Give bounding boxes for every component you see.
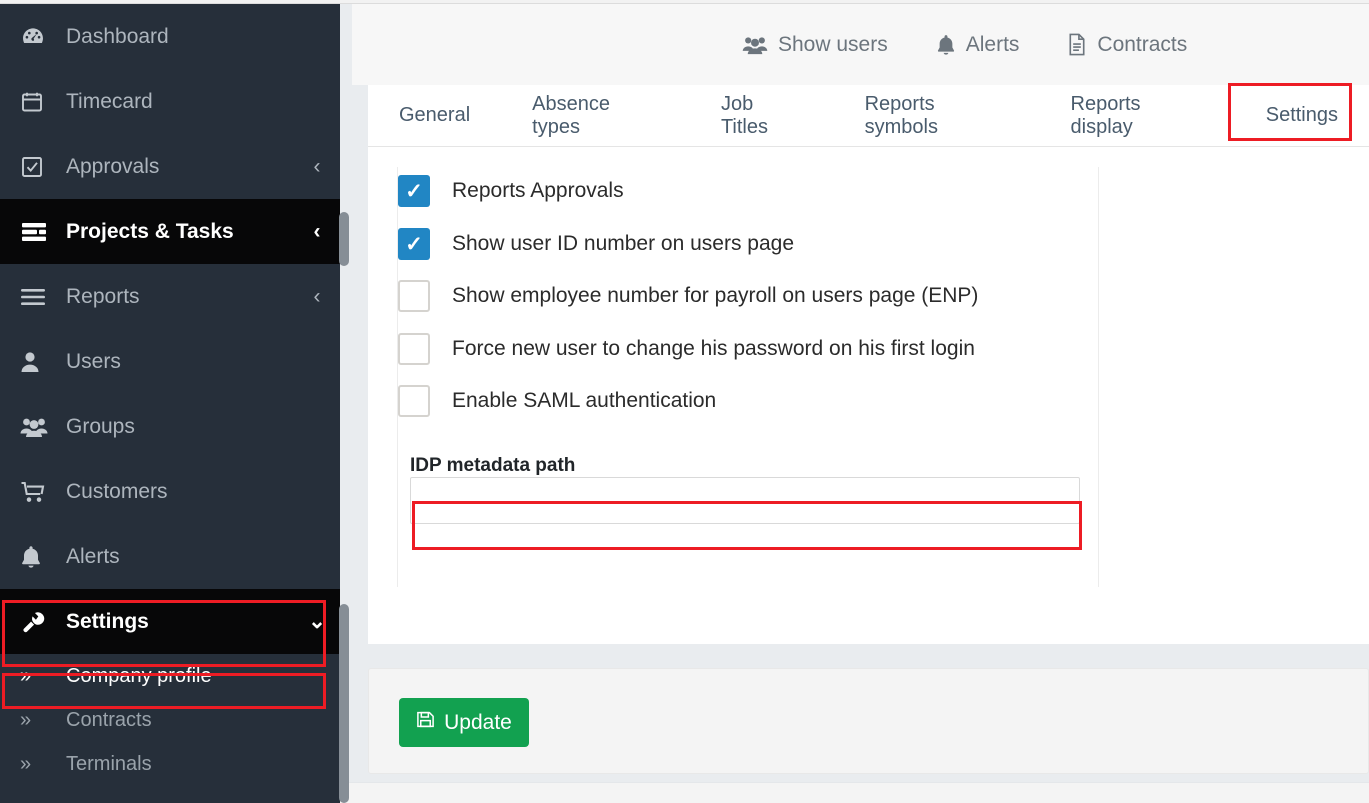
sidebar-item-alerts[interactable]: Alerts [0, 524, 340, 589]
double-chevron-right-icon: » [20, 708, 32, 731]
setting-label: Show user ID number on users page [452, 232, 795, 255]
sidebar-item-label: Users [66, 349, 121, 373]
sidebar-scrollbar-thumb-lower[interactable] [339, 604, 349, 803]
sidebar-item-label: Groups [66, 414, 135, 438]
document-icon [1067, 33, 1087, 56]
setting-row-show-user-id[interactable]: ✓ Show user ID number on users page [398, 228, 794, 260]
check-square-icon [20, 155, 66, 179]
sidebar-item-reports[interactable]: Reports ‹ [0, 264, 340, 329]
checkbox-show-user-id[interactable]: ✓ [398, 228, 430, 260]
users-icon [742, 35, 768, 55]
tab-job-titles[interactable]: Job Titles [690, 85, 834, 146]
check-icon: ✓ [405, 179, 423, 203]
tab-settings[interactable]: Settings [1235, 85, 1369, 146]
sidebar-subitem-company-profile[interactable]: » Company profile [0, 654, 340, 698]
sidebar-item-label: Settings [66, 609, 149, 633]
checkbox-show-employee-number[interactable] [398, 280, 430, 312]
sidebar-item-label: Approvals [66, 154, 160, 178]
sidebar-subitem-label: Contracts [66, 708, 152, 731]
window-top-edge [0, 0, 1369, 4]
check-icon: ✓ [405, 232, 423, 256]
sidebar-item-users[interactable]: Users [0, 329, 340, 394]
checkbox-reports-approvals[interactable]: ✓ [398, 175, 430, 207]
bell-icon [936, 34, 956, 56]
wrench-icon [20, 609, 66, 635]
setting-row-force-password-change[interactable]: Force new user to change his password on… [398, 333, 975, 365]
setting-row-show-employee-number[interactable]: Show employee number for payroll on user… [398, 280, 978, 312]
sidebar-item-projects-tasks[interactable]: Projects & Tasks ‹ [0, 199, 340, 264]
update-button[interactable]: Update [399, 698, 529, 747]
tab-bar: General Absence types Job Titles Reports… [368, 85, 1369, 147]
chevron-left-icon: ‹ [313, 284, 321, 308]
calendar-icon [20, 89, 66, 114]
setting-row-enable-saml[interactable]: Enable SAML authentication [398, 385, 716, 417]
sidebar-item-groups[interactable]: Groups [0, 394, 340, 459]
checkbox-enable-saml[interactable] [398, 385, 430, 417]
idp-metadata-path-input[interactable] [410, 477, 1080, 524]
sidebar-item-settings[interactable]: Settings ⌄ [0, 589, 340, 654]
sidebar-item-timecard[interactable]: Timecard [0, 69, 340, 134]
top-link-label: Alerts [965, 32, 1020, 56]
sidebar-item-label: Projects & Tasks [66, 219, 234, 243]
double-chevron-right-icon: » [20, 664, 32, 687]
sidebar-subitem-label: Company profile [66, 664, 212, 687]
setting-row-reports-approvals[interactable]: ✓ Reports Approvals [398, 175, 624, 207]
sidebar-item-customers[interactable]: Customers [0, 459, 340, 524]
alerts-link[interactable]: Alerts [936, 32, 1020, 57]
bars-icon [20, 286, 66, 308]
users-icon [20, 416, 66, 438]
tab-reports-symbols[interactable]: Reports symbols [834, 85, 1040, 146]
chevron-down-icon: ⌄ [308, 610, 326, 633]
contracts-link[interactable]: Contracts [1067, 33, 1187, 57]
sidebar-item-label: Dashboard [66, 24, 169, 48]
tab-absence-types[interactable]: Absence types [501, 85, 690, 146]
setting-label: Enable SAML authentication [452, 389, 717, 412]
sidebar-item-label: Alerts [66, 544, 120, 568]
show-users-link[interactable]: Show users [742, 33, 888, 57]
settings-card: General Absence types Job Titles Reports… [368, 85, 1369, 644]
top-link-label: Show users [778, 32, 888, 56]
sidebar-subitem-label: Terminals [66, 752, 152, 775]
user-icon [20, 350, 66, 374]
save-icon [416, 710, 435, 735]
double-chevron-right-icon: » [20, 752, 32, 775]
sidebar-item-dashboard[interactable]: Dashboard [0, 4, 340, 69]
update-button-label: Update [444, 710, 512, 734]
setting-label: Show employee number for payroll on user… [452, 284, 979, 307]
idp-metadata-path-label: IDP metadata path [410, 455, 576, 476]
sidebar-item-label: Customers [66, 479, 168, 503]
footer-strip [340, 782, 1369, 803]
sidebar-item-label: Timecard [66, 89, 153, 113]
tab-reports-display[interactable]: Reports display [1040, 85, 1235, 146]
chevron-left-icon: ‹ [313, 219, 321, 243]
top-toolbar: Show users Alerts Contracts [352, 4, 1369, 85]
sidebar-subitem-terminals[interactable]: » Terminals [0, 742, 340, 786]
sidebar-scrollbar-thumb-upper[interactable] [339, 212, 349, 266]
sidebar: Dashboard Timecard Approvals ‹ Projects … [0, 4, 340, 803]
form-actions-card: Update [368, 668, 1369, 774]
settings-tab-panel: ✓ Reports Approvals ✓ Show user ID numbe… [368, 147, 1369, 644]
bell-icon [20, 545, 66, 569]
checkbox-force-password-change[interactable] [398, 333, 430, 365]
tasks-icon [20, 220, 66, 244]
sidebar-item-approvals[interactable]: Approvals ‹ [0, 134, 340, 199]
tab-general[interactable]: General [368, 85, 501, 146]
dashboard-icon [20, 24, 66, 50]
setting-label: Reports Approvals [452, 179, 624, 202]
sidebar-subitem-contracts[interactable]: » Contracts [0, 698, 340, 742]
settings-form: ✓ Reports Approvals ✓ Show user ID numbe… [397, 167, 1099, 587]
setting-label: Force new user to change his password on… [452, 337, 975, 360]
top-link-label: Contracts [1097, 32, 1188, 56]
chevron-left-icon: ‹ [313, 154, 321, 178]
sidebar-item-label: Reports [66, 284, 140, 308]
cart-icon [20, 480, 66, 504]
